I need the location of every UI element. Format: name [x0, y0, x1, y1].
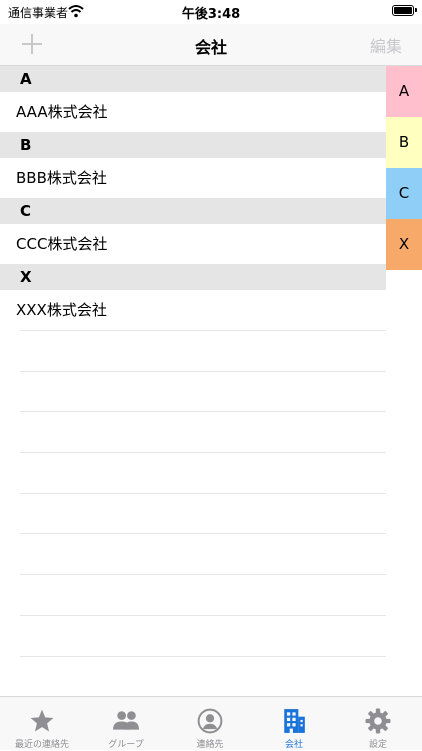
contact-icon: [197, 708, 223, 734]
gear-icon: [365, 708, 391, 734]
separator-line: [20, 614, 386, 656]
nav-bar: 会社 編集: [0, 24, 422, 66]
status-time: 午後3:48: [181, 7, 241, 22]
tab-contacts[interactable]: 連絡先: [168, 697, 252, 751]
index-tab-c[interactable]: C: [386, 168, 422, 219]
tab-recent[interactable]: 最近の連絡先: [0, 697, 84, 751]
separator-line: [20, 370, 386, 412]
tab-settings-label: 設定: [368, 740, 387, 750]
separator-line: [20, 574, 386, 615]
company-row-aaa[interactable]: AAA株式会社: [0, 92, 386, 132]
battery-icon: [392, 5, 417, 16]
separator-line: [20, 492, 386, 534]
edit-button[interactable]: 編集: [370, 33, 402, 57]
people-icon: [113, 711, 139, 730]
section-header-x: X: [0, 264, 386, 290]
tab-companies-label: 会社: [284, 740, 303, 750]
company-row-bbb[interactable]: BBB株式会社: [0, 158, 386, 198]
separator-line: [20, 411, 386, 452]
section-header-c: C: [0, 198, 386, 224]
tab-companies[interactable]: 会社: [252, 697, 336, 751]
tab-groups[interactable]: グループ: [84, 697, 168, 751]
tab-contacts-label: 連絡先: [196, 740, 224, 750]
index-tab-b[interactable]: B: [386, 117, 422, 168]
page-title: 会社: [194, 38, 227, 57]
index-tab-a[interactable]: A: [386, 66, 422, 117]
company-row-ccc[interactable]: CCC株式会社: [0, 224, 386, 264]
empty-list-area: [20, 330, 386, 696]
company-list: A AAA株式会社 B BBB株式会社 C CCC株式会社 X XXX株式会社: [0, 66, 386, 330]
tab-groups-label: グループ: [108, 740, 144, 750]
separator-line: [20, 330, 386, 371]
index-tab-x[interactable]: X: [386, 219, 422, 270]
building-icon: [284, 709, 305, 733]
section-header-b: B: [0, 132, 386, 158]
section-header-a: A: [0, 66, 386, 92]
star-icon: [30, 709, 54, 732]
tab-settings[interactable]: 設定: [336, 697, 420, 751]
status-bar: 通信事業者 午後3:48: [0, 0, 422, 24]
tab-bar: 最近の連絡先 グループ 連絡先 会社 設定: [0, 696, 422, 750]
separator-line: [20, 533, 386, 574]
company-row-xxx[interactable]: XXX株式会社: [0, 290, 386, 330]
separator-line: [20, 655, 386, 697]
separator-line: [20, 452, 386, 493]
tab-recent-label: 最近の連絡先: [14, 740, 69, 750]
